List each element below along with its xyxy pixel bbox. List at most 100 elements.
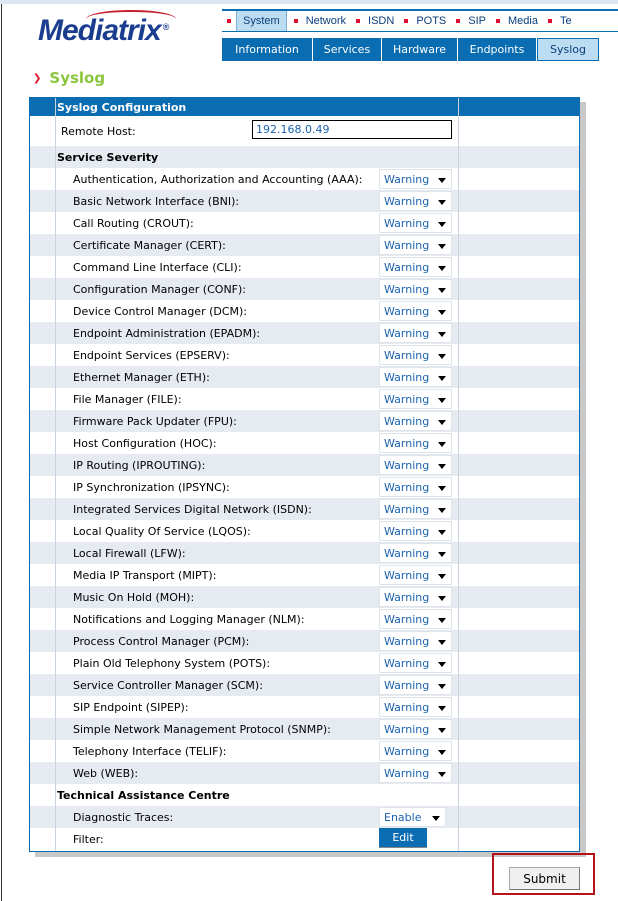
chevron-down-icon — [438, 244, 446, 249]
main-nav-pots[interactable]: POTS — [399, 11, 451, 31]
severity-select[interactable]: Warning — [379, 499, 452, 519]
main-nav-sip[interactable]: SIP — [451, 11, 491, 31]
chevron-down-icon — [438, 200, 446, 205]
severity-select[interactable]: Warning — [379, 565, 452, 585]
table-row: Local Firewall (LFW): Warning — [30, 542, 579, 564]
column-divider — [55, 98, 56, 851]
severity-select[interactable]: Warning — [379, 279, 452, 299]
severity-select[interactable]: Warning — [379, 323, 452, 343]
table-row: IP Routing (IPROUTING): Warning — [30, 454, 579, 476]
service-label: Basic Network Interface (BNI): — [73, 194, 240, 208]
severity-select[interactable]: Warning — [379, 301, 452, 321]
table-row: IP Synchronization (IPSYNC): Warning — [30, 476, 579, 498]
severity-select[interactable]: Warning — [379, 631, 452, 651]
syslog-config-table: Syslog Configuration Remote Host: 192.168… — [29, 97, 580, 852]
chevron-down-icon — [438, 530, 446, 535]
severity-select[interactable]: Warning — [379, 235, 452, 255]
top-strip — [0, 0, 618, 4]
severity-select[interactable]: Warning — [379, 521, 452, 541]
severity-select[interactable]: Warning — [379, 345, 452, 365]
service-label: Ethernet Manager (ETH): — [73, 370, 210, 384]
bullet-icon — [404, 19, 409, 23]
table-row: SIP Endpoint (SIPEP): Warning — [30, 696, 579, 718]
severity-select[interactable]: Warning — [379, 191, 452, 211]
tab-endpoints[interactable]: Endpoints — [458, 38, 536, 61]
remote-host-input[interactable]: 192.168.0.49 — [252, 120, 452, 139]
service-label: Process Control Manager (PCM): — [73, 634, 250, 648]
service-label: Configuration Manager (CONF): — [73, 282, 246, 296]
bullet-icon — [356, 19, 361, 23]
table-row: Media IP Transport (MIPT): Warning — [30, 564, 579, 586]
service-label: Service Controller Manager (SCM): — [73, 678, 263, 692]
service-label: Plain Old Telephony System (POTS): — [73, 656, 271, 670]
table-row: Endpoint Services (EPSERV): Warning — [30, 344, 579, 366]
table-row: Plain Old Telephony System (POTS): Warnin… — [30, 652, 579, 674]
table-row: Endpoint Administration (EPADM): Warning — [30, 322, 579, 344]
severity-select[interactable]: Warning — [379, 411, 452, 431]
tab-syslog[interactable]: Syslog — [537, 38, 599, 61]
column-divider — [458, 98, 459, 851]
severity-select[interactable]: Warning — [379, 543, 452, 563]
main-nav-network[interactable]: Network — [289, 11, 351, 31]
table-row: Configuration Manager (CONF): Warning — [30, 278, 579, 300]
table-row: Telephony Interface (TELIF): Warning — [30, 740, 579, 762]
chevron-down-icon — [438, 178, 446, 183]
severity-select[interactable]: Warning — [379, 741, 452, 761]
submit-button[interactable]: Submit — [509, 867, 580, 890]
service-label: Endpoint Services (EPSERV): — [73, 348, 230, 362]
chevron-down-icon — [438, 442, 446, 447]
table-row: Service Controller Manager (SCM): Warning — [30, 674, 579, 696]
chevron-down-icon — [438, 574, 446, 579]
severity-select[interactable]: Warning — [379, 169, 452, 189]
chevron-down-icon — [438, 706, 446, 711]
severity-select[interactable]: Warning — [379, 609, 452, 629]
tab-information[interactable]: Information — [222, 38, 312, 61]
main-nav-isdn[interactable]: ISDN — [351, 11, 399, 31]
severity-select[interactable]: Warning — [379, 257, 452, 277]
severity-select[interactable]: Warning — [379, 697, 452, 717]
severity-select[interactable]: Warning — [379, 455, 452, 475]
table-row: Host Configuration (HOC): Warning — [30, 432, 579, 454]
chevron-down-icon — [438, 662, 446, 667]
severity-select[interactable]: Warning — [379, 763, 452, 783]
table-row: Simple Network Management Protocol (SNMP… — [30, 718, 579, 740]
chevron-down-icon — [438, 640, 446, 645]
main-nav-media[interactable]: Media — [491, 11, 543, 31]
severity-select[interactable]: Warning — [379, 477, 452, 497]
main-nav-te[interactable]: Te — [543, 11, 577, 31]
table-row: Web (WEB): Warning — [30, 762, 579, 784]
chevron-down-icon — [438, 266, 446, 271]
tab-services[interactable]: Services — [313, 38, 381, 61]
main-nav-system[interactable]: System — [222, 11, 289, 31]
main-nav: System Network ISDN POTS SIP Media Te — [222, 9, 618, 32]
chevron-down-icon — [438, 222, 446, 227]
chevron-down-icon — [438, 376, 446, 381]
severity-select[interactable]: Warning — [379, 653, 452, 673]
severity-select[interactable]: Warning — [379, 433, 452, 453]
severity-select[interactable]: Warning — [379, 719, 452, 739]
severity-select[interactable]: Warning — [379, 367, 452, 387]
service-label: Host Configuration (HOC): — [73, 436, 217, 450]
table-row: Authentication, Authorization and Accoun… — [30, 168, 579, 190]
service-label: Local Quality Of Service (LQOS): — [73, 524, 251, 538]
chevron-down-icon — [438, 750, 446, 755]
severity-select[interactable]: Warning — [379, 675, 452, 695]
severity-select[interactable]: Warning — [379, 213, 452, 233]
severity-select[interactable]: Warning — [379, 587, 452, 607]
filter-row: Filter: Edit — [30, 828, 579, 850]
tab-hardware[interactable]: Hardware — [382, 38, 457, 61]
chevron-down-icon — [438, 486, 446, 491]
chevron-down-icon — [438, 508, 446, 513]
service-label: Telephony Interface (TELIF): — [73, 744, 227, 758]
table-row: Process Control Manager (PCM): Warning — [30, 630, 579, 652]
edit-filter-button[interactable]: Edit — [379, 828, 427, 848]
service-label: Local Firewall (LFW): — [73, 546, 186, 560]
service-label: Certificate Manager (CERT): — [73, 238, 226, 252]
severity-select[interactable]: Warning — [379, 389, 452, 409]
bullet-icon — [456, 19, 461, 23]
bullet-icon — [293, 19, 298, 23]
chevron-down-icon — [438, 354, 446, 359]
table-row: Certificate Manager (CERT): Warning — [30, 234, 579, 256]
diagnostic-traces-select[interactable]: Enable — [379, 807, 446, 827]
service-label: Endpoint Administration (EPADM): — [73, 326, 261, 340]
